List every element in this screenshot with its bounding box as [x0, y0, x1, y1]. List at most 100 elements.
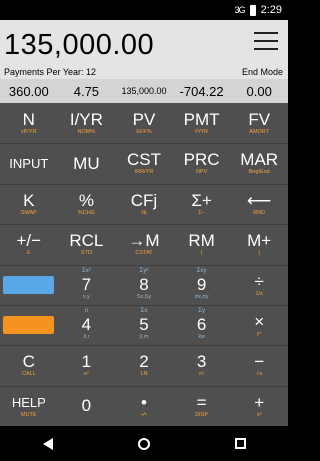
- iyr-key[interactable]: I/YR NOM%: [58, 103, 116, 143]
- key-label: RCL: [69, 231, 104, 251]
- key-label: I/YR: [69, 110, 103, 129]
- to-m-key[interactable]: →M CSTAT: [115, 224, 173, 264]
- register-pmt[interactable]: -704.22: [173, 84, 231, 99]
- key-shift-label: CALL: [21, 371, 36, 378]
- register-pv[interactable]: 135,000.00: [115, 86, 173, 96]
- eight-key[interactable]: Σy² 8 Sx,Sy: [115, 265, 173, 305]
- key-shift-label: x̄w: [198, 334, 205, 341]
- key-label: MU: [73, 153, 100, 173]
- multiply-key[interactable]: × yˣ: [230, 305, 288, 345]
- fv-key[interactable]: FV AMORT: [230, 103, 288, 143]
- backspace-key[interactable]: ⟵ RND: [230, 184, 288, 224]
- key-label: 9: [196, 275, 207, 294]
- key-shift-label: LN: [140, 371, 148, 378]
- m-plus-key[interactable]: M+): [230, 224, 288, 264]
- key-label: 7: [81, 275, 92, 294]
- equals-key[interactable]: = DISP: [173, 386, 231, 426]
- key-shift-label: Σ−: [198, 209, 205, 216]
- key-label: K: [23, 190, 35, 210]
- shift-orange-key[interactable]: [0, 305, 58, 345]
- rm-key[interactable]: RM(: [173, 224, 231, 264]
- c-key[interactable]: C CALL: [0, 345, 58, 385]
- tvm-registers: 360.00 4.75 135,000.00 -704.22 0.00: [0, 79, 288, 103]
- four-key[interactable]: n 4 x̂,r: [58, 305, 116, 345]
- help-key[interactable]: HELP MUTE: [0, 386, 58, 426]
- key-shift-label: IRR/YR: [134, 169, 154, 176]
- mar-key[interactable]: MAR Beg/End: [230, 143, 288, 183]
- key-label: →M: [128, 231, 160, 251]
- one-key[interactable]: 1 eˣ: [58, 345, 116, 385]
- key-label: MAR: [240, 150, 279, 170]
- plus-key[interactable]: + x²: [230, 386, 288, 426]
- recent-apps-icon[interactable]: [234, 438, 246, 449]
- two-key[interactable]: 2 LN: [115, 345, 173, 385]
- back-icon[interactable]: [42, 437, 53, 450]
- key-label: C: [22, 352, 35, 372]
- key-shift-label: σx,σy: [194, 294, 209, 300]
- key-label: PRC: [183, 150, 220, 170]
- key-label: CST: [126, 150, 161, 170]
- five-key[interactable]: Σx 5 ŷ,m: [115, 305, 173, 345]
- key-shift-label: x̂,r: [83, 334, 90, 341]
- register-n[interactable]: 360.00: [0, 84, 58, 99]
- three-key[interactable]: 3 n!: [173, 345, 231, 385]
- keypad: NxP/YR I/YR NOM% PV EFF% PMT P/YR FV AMORT INPUT M…: [0, 103, 288, 426]
- key-shift-label: EFF%: [136, 129, 152, 135]
- n-key[interactable]: NxP/YR: [0, 103, 58, 143]
- key-shift-label: (: [200, 250, 203, 257]
- key-label: PV: [132, 110, 156, 129]
- status-bar: 3G 2:29: [0, 0, 288, 20]
- cfj-key[interactable]: CFj Nj: [115, 184, 173, 224]
- divide-key[interactable]: ÷ 1/x: [230, 265, 288, 305]
- seven-key[interactable]: Σx² 7 x,y: [58, 265, 116, 305]
- mu-key[interactable]: MU: [58, 143, 116, 183]
- key-shift-label: P/YR: [195, 129, 209, 135]
- key-top-label: Σx²: [82, 268, 91, 274]
- key-label: •: [141, 392, 147, 412]
- menu-icon[interactable]: [254, 32, 278, 50]
- navigation-bar: [0, 426, 288, 461]
- key-shift-label: ŷ,m: [139, 334, 149, 341]
- shift-blue-key[interactable]: [0, 265, 58, 305]
- plus-minus-key[interactable]: +/− E: [0, 224, 58, 264]
- input-key[interactable]: INPUT: [0, 143, 58, 183]
- register-iyr[interactable]: 4.75: [58, 84, 116, 99]
- key-label: PMT: [183, 110, 220, 129]
- rcl-key[interactable]: RCL STO: [58, 224, 116, 264]
- key-label: ×: [254, 311, 265, 331]
- k-key[interactable]: K SWAP: [0, 184, 58, 224]
- key-shift-label: xP/YR: [21, 129, 37, 135]
- key-shift-label: %CHG: [77, 209, 95, 216]
- orange-shift-button[interactable]: [3, 315, 55, 334]
- key-shift-label: NPV: [195, 169, 208, 176]
- key-shift-label: n!: [199, 371, 204, 378]
- decimal-key[interactable]: • •/•: [115, 386, 173, 426]
- key-shift-label: Beg/End: [248, 169, 270, 176]
- blue-shift-button[interactable]: [3, 275, 55, 294]
- key-label: +/−: [16, 231, 42, 251]
- register-fv[interactable]: 0.00: [230, 84, 288, 99]
- key-shift-label: √x: [256, 371, 263, 378]
- prc-key[interactable]: PRC NPV: [173, 143, 231, 183]
- six-key[interactable]: Σy 6 x̄w: [173, 305, 231, 345]
- pmt-key[interactable]: PMT P/YR: [173, 103, 231, 143]
- pv-key[interactable]: PV EFF%: [115, 103, 173, 143]
- key-top-label: Σxy: [196, 268, 207, 274]
- percent-key[interactable]: % %CHG: [58, 184, 116, 224]
- cst-key[interactable]: CST IRR/YR: [115, 143, 173, 183]
- key-label: RM: [188, 231, 215, 251]
- minus-key[interactable]: − √x: [230, 345, 288, 385]
- key-label: =: [196, 392, 207, 412]
- zero-key[interactable]: 0: [58, 386, 116, 426]
- nine-key[interactable]: Σxy 9 σx,σy: [173, 265, 231, 305]
- sigma-plus-key[interactable]: Σ+ Σ−: [173, 184, 231, 224]
- key-shift-label: ): [258, 250, 261, 257]
- key-label: M+: [247, 231, 272, 251]
- home-icon[interactable]: [137, 437, 150, 450]
- key-shift-label: Nj: [141, 209, 147, 216]
- key-shift-label: x²: [256, 411, 262, 418]
- key-shift-label: AMORT: [249, 129, 270, 135]
- key-top-label: Σy²: [139, 268, 149, 274]
- key-label: −: [254, 352, 265, 372]
- key-label: INPUT: [9, 155, 49, 171]
